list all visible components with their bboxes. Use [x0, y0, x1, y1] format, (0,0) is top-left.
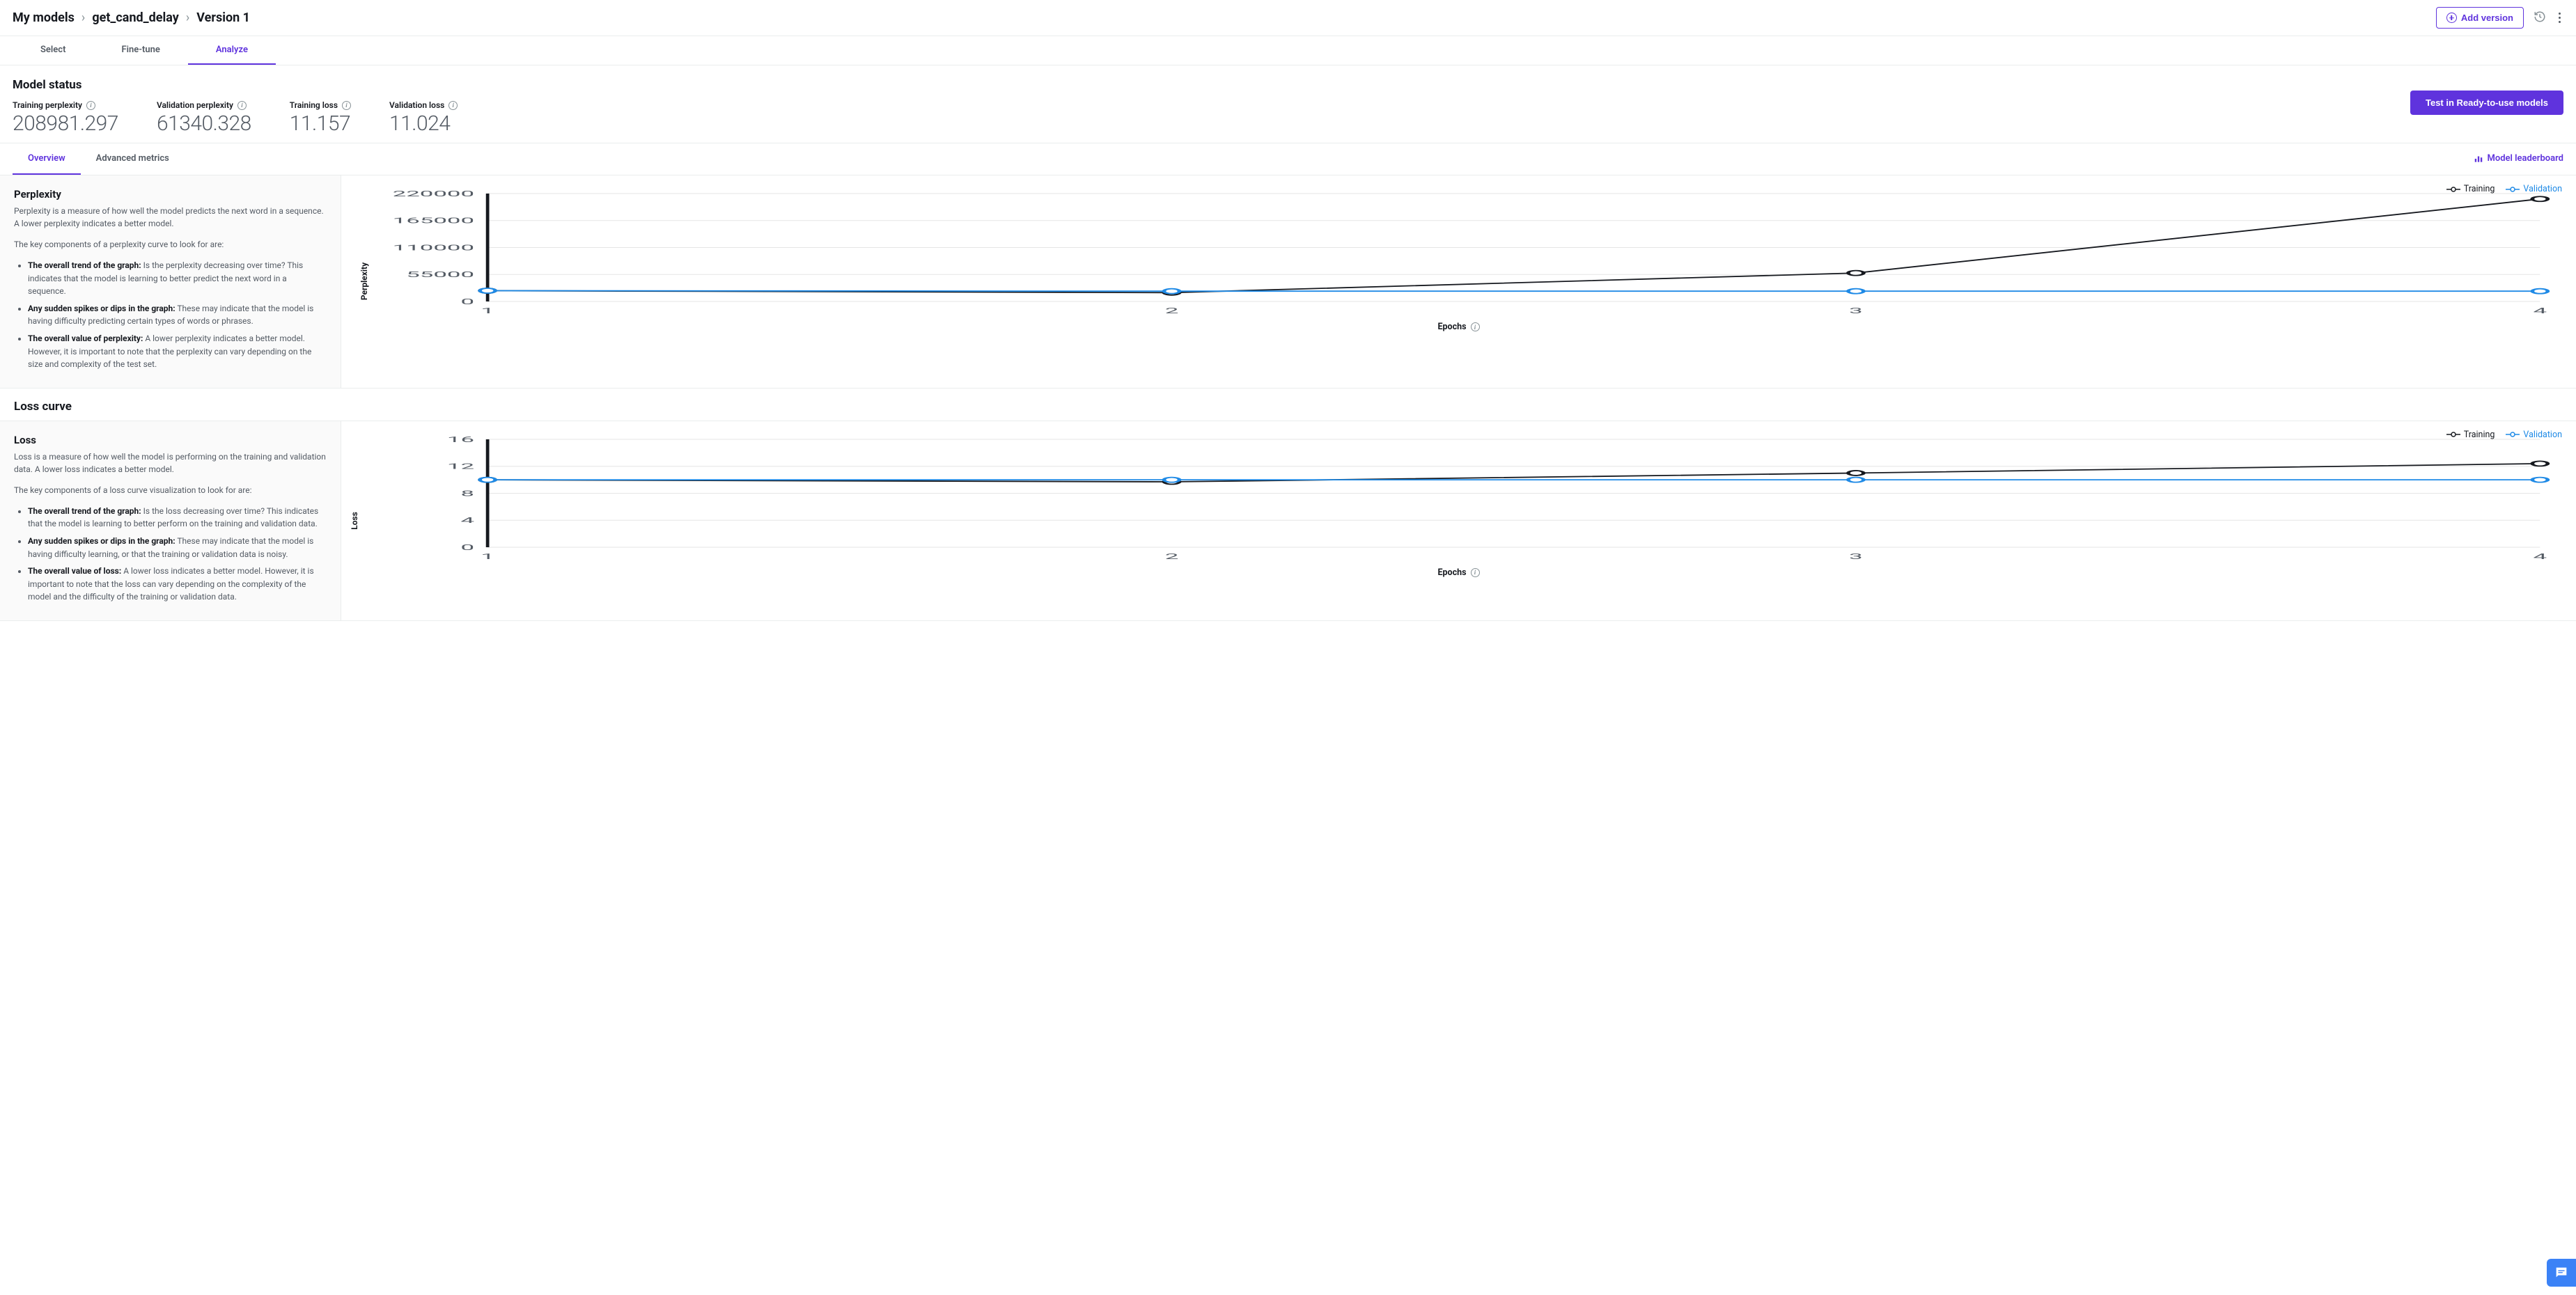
- legend-training[interactable]: Training: [2446, 184, 2495, 194]
- chevron-right-icon: ›: [186, 10, 189, 25]
- tab-select[interactable]: Select: [13, 36, 93, 65]
- tab-finetune[interactable]: Fine-tune: [93, 36, 187, 65]
- plus-circle-icon: [2446, 13, 2457, 23]
- breadcrumb-version: Version 1: [196, 10, 250, 25]
- chevron-right-icon: ›: [81, 10, 85, 25]
- svg-text:16: 16: [447, 435, 474, 444]
- add-version-button[interactable]: Add version: [2436, 7, 2524, 29]
- subtab-overview[interactable]: Overview: [13, 143, 81, 175]
- svg-text:0: 0: [461, 543, 475, 552]
- add-version-label: Add version: [2461, 13, 2513, 23]
- history-icon[interactable]: [2534, 10, 2546, 26]
- loss-chart: Training Validation Loss 04812161234 Epo…: [341, 421, 2576, 620]
- svg-text:2: 2: [1165, 552, 1179, 561]
- breadcrumb-project[interactable]: get_cand_delay: [92, 10, 179, 25]
- svg-text:1: 1: [481, 306, 494, 315]
- metric-training-perplexity: Training perplexityi 208981.297: [13, 100, 118, 136]
- perplexity-description: Perplexity Perplexity is a measure of ho…: [0, 175, 341, 388]
- metric-training-loss: Training lossi 11.157: [290, 100, 351, 136]
- perplexity-chart: Training Validation Perplexity 055000110…: [341, 175, 2576, 388]
- svg-text:8: 8: [461, 489, 475, 498]
- loss-description: Loss Loss is a measure of how well the m…: [0, 421, 341, 620]
- svg-text:55000: 55000: [406, 270, 474, 279]
- info-icon[interactable]: i: [1471, 322, 1480, 331]
- bar-chart-icon: [2474, 154, 2483, 164]
- breadcrumb: My models › get_cand_delay › Version 1: [13, 10, 250, 25]
- legend-training[interactable]: Training: [2446, 430, 2495, 440]
- svg-text:3: 3: [1849, 552, 1863, 561]
- svg-text:220000: 220000: [393, 189, 474, 198]
- subtab-advanced-metrics[interactable]: Advanced metrics: [81, 143, 185, 175]
- svg-text:4: 4: [461, 516, 475, 525]
- svg-text:1: 1: [481, 552, 494, 561]
- loss-curve-heading: Loss curve: [0, 388, 2576, 421]
- metric-validation-loss: Validation lossi 11.024: [389, 100, 458, 136]
- info-icon[interactable]: i: [237, 101, 247, 110]
- svg-text:12: 12: [447, 462, 474, 471]
- svg-text:110000: 110000: [393, 244, 474, 253]
- svg-text:4: 4: [2534, 306, 2547, 315]
- tab-analyze[interactable]: Analyze: [188, 36, 276, 65]
- metric-validation-perplexity: Validation perplexityi 61340.328: [157, 100, 251, 136]
- svg-text:165000: 165000: [393, 217, 474, 226]
- model-status-title: Model status: [13, 78, 2563, 92]
- chat-icon[interactable]: [2547, 1259, 2576, 1287]
- svg-text:0: 0: [461, 297, 475, 306]
- test-ready-models-button[interactable]: Test in Ready-to-use models: [2410, 91, 2563, 115]
- info-icon[interactable]: i: [342, 101, 351, 110]
- info-icon[interactable]: i: [1471, 568, 1480, 577]
- legend-validation[interactable]: Validation: [2506, 430, 2562, 440]
- svg-text:4: 4: [2534, 552, 2547, 561]
- legend-validation[interactable]: Validation: [2506, 184, 2562, 194]
- svg-text:3: 3: [1849, 306, 1863, 315]
- info-icon[interactable]: i: [448, 101, 458, 110]
- model-leaderboard-link[interactable]: Model leaderboard: [2474, 153, 2563, 164]
- svg-text:2: 2: [1165, 306, 1179, 315]
- info-icon[interactable]: i: [86, 101, 95, 110]
- more-menu-icon[interactable]: [2556, 10, 2563, 26]
- main-tabs: Select Fine-tune Analyze: [0, 36, 2576, 65]
- breadcrumb-root[interactable]: My models: [13, 10, 75, 25]
